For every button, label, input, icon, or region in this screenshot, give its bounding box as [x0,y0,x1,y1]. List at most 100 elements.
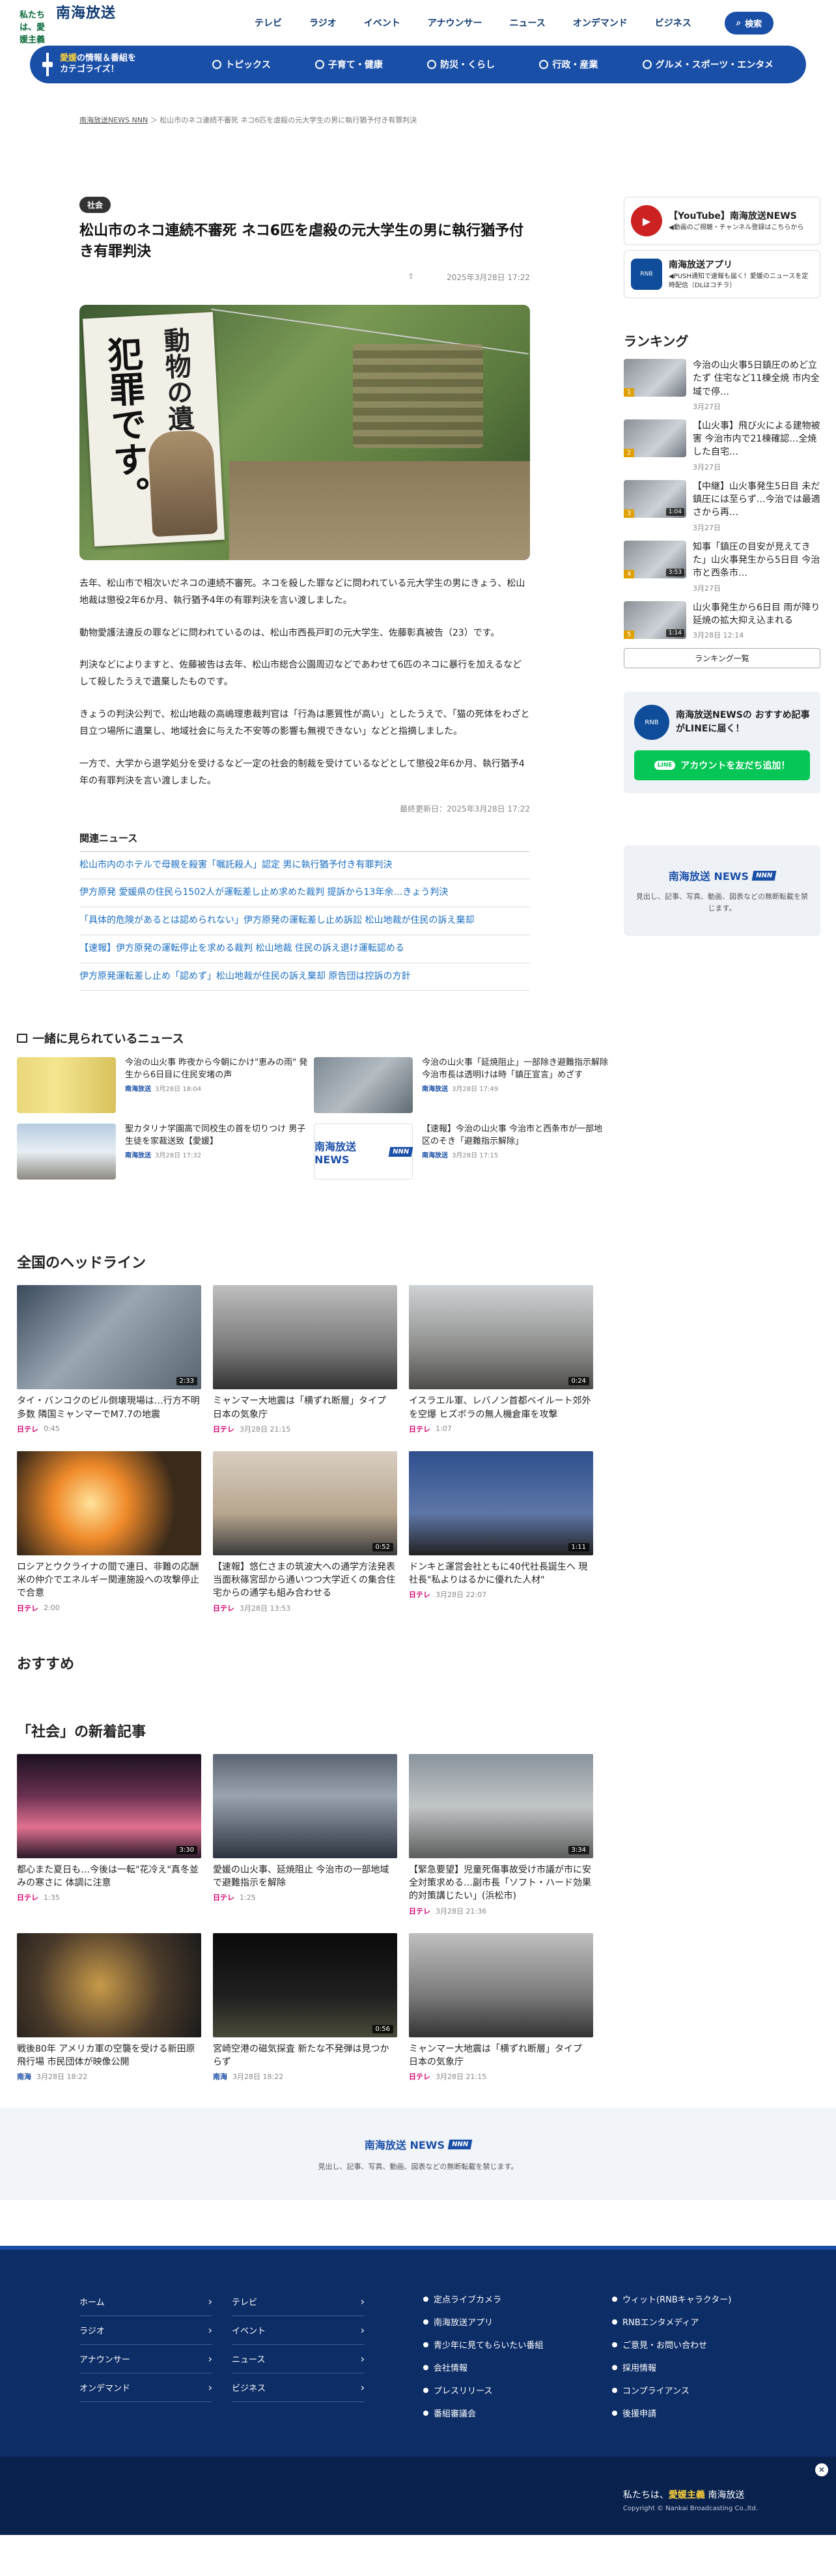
footer-link[interactable]: ウィット(RNBキャラクター) [612,2287,781,2310]
footer-link[interactable]: 会社情報 [423,2356,592,2379]
logo-brand: 南海放送 [56,5,117,21]
footer-col-2: テレビ イベント ニュース ビジネス [232,2287,365,2424]
together-headline: 今治の山火事 昨夜から今朝にかけ"恵みの雨" 発生から6日目に住民安堵の声 [125,1058,308,1081]
ranking-date: 3月27日 [693,462,721,472]
site-logo[interactable]: 私たちは、愛媛主義 南海放送 [20,1,241,45]
footer-link[interactable]: プレスリリース [423,2379,592,2401]
footer-link[interactable]: アナウンサー [79,2345,212,2374]
article-date: 2025年3月28日 17:22 [447,272,530,282]
headline-card[interactable]: 0:52 【速報】悠仁さまの筑波大への通学方法発表 当面秋篠宮邸から通いつつ大学近… [213,1451,397,1613]
society-card[interactable]: ミャンマー大地震は「横ずれ断層」タイプ 日本の気象庁 日テレ 3月28日 21:15 [409,1932,593,2082]
society-card[interactable]: 0:56 宮崎空港の磁気探査 新たな不発弾は見つからず 南海 3月28日 18:22 [213,1932,397,2082]
together-item[interactable]: 今治の山火事 昨夜から今朝にかけ"恵みの雨" 発生から6日目に住民安堵の声 南海放… [17,1057,314,1114]
ntv-logo: 日テレ [213,1604,234,1613]
society-card[interactable]: 愛媛の山火事、延焼阻止 今治市の一部地域で避難指示を解除 日テレ 1:25 [213,1753,397,1916]
ranking-more-button[interactable]: ランキング一覧 [624,648,820,669]
ranking-date: 3月28日 12:14 [693,631,744,640]
footer-link[interactable]: ビジネス [232,2373,365,2403]
society-card[interactable]: 3:34 【緊急要望】児童死傷事故受け市議が市に安全対策求める…副市長「ソフト・ハ… [409,1753,593,1916]
together-item[interactable]: 南海放送 NEWS NNN 【速報】今治の山火事 今治市と西条市が一部地区のそき「避… [314,1124,611,1180]
ranking-item[interactable]: 2 【山火事】飛び火による建物被害 今治市内で21棟確認…全焼した自宅… 3月27日 [624,419,820,472]
category-parenting[interactable]: 子育て・健康 [314,58,383,71]
headline-thumbnail: 0:24 [409,1285,593,1390]
footer-link[interactable]: ラジオ [79,2316,212,2345]
footer-link[interactable]: 番組審議会 [423,2401,592,2424]
category-gourmet[interactable]: グルメ・スポーツ・エンタメ [642,58,773,71]
nav-event[interactable]: イベント [350,16,414,29]
related-news-link[interactable]: 伊方原発運転差し止め「認めず」松山地裁が住民の訴え棄却 原告団は控訴の方針 [79,963,530,991]
footer-link[interactable]: 青少年に見てもらいたい番組 [423,2333,592,2356]
society-card[interactable]: 3:30 都心また夏日も…今後は一転"花冷え"真冬並みの寒さに 体調に注意 日テレ 1… [17,1753,201,1916]
nav-ondemand[interactable]: オンデマンド [559,16,641,29]
together-section-title: 一緒に見られているニュース [17,1030,836,1047]
nav-news[interactable]: ニュース [495,16,559,29]
headline-card[interactable]: ミャンマー大地震は「横ずれ断層」タイプ 日本の気象庁 日テレ 3月28日 21:15 [213,1285,397,1434]
share-icon[interactable]: ⇪ [408,272,414,283]
footer-link[interactable]: ご意見・お問い合わせ [612,2333,781,2356]
society-headline: 愛媛の山火事、延焼阻止 今治市の一部地域で避難指示を解除 [213,1864,389,1889]
related-news-title: 関連ニュース [79,831,530,852]
close-icon[interactable]: ✕ [815,2463,828,2477]
category-disaster[interactable]: 防災・くらし [427,58,495,71]
ntv-logo: 日テレ [409,1591,430,1600]
ranking-item[interactable]: 4 3:53 知事「鎮圧の目安が見えてきた」山火事発生から5日目 今治市と西条市… 3… [624,540,820,593]
ranking-thumbnail: 3 1:04 [624,479,686,518]
nav-tv[interactable]: テレビ [241,16,296,29]
headline-thumbnail [213,1285,397,1390]
footer-link[interactable]: オンデマンド [79,2373,212,2403]
nnn-logo-text: 南海放送 NEWS [668,870,749,883]
category-lead-text: の情報＆番組を [77,53,137,64]
headline-thumbnail: 2:33 [17,1285,201,1390]
footer-link[interactable]: ニュース [232,2345,365,2374]
footer-link[interactable]: コンプライアンス [612,2379,781,2401]
related-news-link[interactable]: 「具体的危険があるとは認められない」伊方原発の運転差し止め訴訟 松山地裁が住民の… [79,907,530,935]
ranking-date: 3月27日 [693,402,721,411]
society-date: 3月28日 21:36 [436,1906,487,1916]
nav-business[interactable]: ビジネス [641,16,705,29]
society-grid: 3:30 都心また夏日も…今後は一転"花冷え"真冬並みの寒さに 体調に注意 日テレ 1… [0,1753,836,2082]
breadcrumb-root[interactable]: 南海放送NEWS NNN [79,116,148,124]
ntv-logo: 日テレ [409,1424,430,1434]
headline-card[interactable]: ロシアとウクライナの間で連日、非難の応酬 米の仲介でエネルギー関連施設への攻撃停… [17,1451,201,1613]
related-news-link[interactable]: 松山市内のホテルで母親を殺害「嘱託殺人」認定 男に執行猶予付き有罪判決 [79,852,530,880]
category-tag[interactable]: 社会 [79,197,111,213]
related-news-link[interactable]: 【速報】伊方原発の運転停止を求める裁判 松山地裁 住民の訴え退け運転認める [79,935,530,963]
video-duration: 0:56 [372,2024,393,2033]
headline-card[interactable]: 0:24 イスラエル軍、レバノン首都ベイルート郊外を空爆 ヒズボラの無人機倉庫を攻… [409,1285,593,1434]
youtube-banner[interactable]: ▶ 【YouTube】南海放送NEWS ◀動画のご視聴・チャンネル登録はこちらから [624,197,820,245]
footer-link[interactable]: 南海放送アプリ [423,2310,592,2333]
search-button[interactable]: ⌕ 検索 [724,11,774,35]
video-duration: 3:34 [568,1845,589,1854]
nav-radio[interactable]: ラジオ [296,16,350,29]
ranking-item[interactable]: 3 1:04 【中継】山火事発生5日目 未だ鎮圧には至らず…今治では最適さから再… 3… [624,479,820,533]
headline-card[interactable]: 2:33 タイ・バンコクのビル倒壊現場は…行方不明多数 隣国ミャンマーでM7.7の… [17,1285,201,1434]
photo-ground [229,460,530,560]
together-date: 3月28日 17:15 [452,1152,499,1159]
app-banner[interactable]: RNB 南海放送アプリ ◀PUSH通知で速報も届く！愛媛のニュースを定時配信（DL… [624,250,820,298]
society-card[interactable]: 戦後80年 アメリカ軍の空襲を受ける新田原飛行場 市民団体が映像公開 南海 3月28… [17,1932,201,2082]
footer-link[interactable]: RNBエンタメディア [612,2310,781,2333]
footer-link[interactable]: ホーム [79,2287,212,2317]
related-news-link[interactable]: 伊方原発 愛媛県の住民ら1502人が運転差し止め求めた裁判 提訴から13年余…き… [79,879,530,908]
nnn-logo-badge: NNN [388,1146,413,1157]
footer-link[interactable]: 後援申請 [612,2401,781,2424]
headline-title: ミャンマー大地震は「横ずれ断層」タイプ 日本の気象庁 [213,1396,386,1420]
category-topics[interactable]: トピックス [212,58,271,71]
footer-link[interactable]: テレビ [232,2287,365,2317]
breadcrumb: 南海放送NEWS NNN ＞ 松山市のネコ連続不審死 ネコ6匹を虐殺の元大学生の… [0,83,836,125]
nnn-footer-banner: 南海放送 NEWS NNN 見出し、記事、写真、動画、図表などの無断転載を禁じます… [0,2108,836,2201]
headline-card[interactable]: 1:11 ドンキと運営会社ともに40代社長誕生へ 現社長"私よりはるかに優れた人材… [409,1451,593,1613]
category-admin[interactable]: 行政・産業 [539,58,598,71]
footer-link[interactable]: イベント [232,2316,365,2345]
together-item[interactable]: 今治の山火事「延焼阻止」一部除き避難指示解除 今治市長は透明けは時「鎮圧宣言」め… [314,1057,611,1114]
line-add-friend-button[interactable]: LINE アカウントを友だち追加！ [634,750,810,781]
sidebar: ▶ 【YouTube】南海放送NEWS ◀動画のご視聴・チャンネル登録はこちらから… [624,197,820,991]
ranking-item[interactable]: 1 今治の山火事5日鎮圧のめど立たず 住宅など11棟全焼 市内全域で停… 3月27日 [624,359,820,412]
footer-link[interactable]: 採用情報 [612,2356,781,2379]
ranking-item[interactable]: 5 1:14 山火事発生から6日目 雨が降り延焼の拡大抑え込まれる 3月28日 12:… [624,601,820,641]
ranking-headline: 知事「鎮圧の目安が見えてきた」山火事発生から5日目 今治市と西条市… [693,541,820,579]
society-thumbnail: 0:56 [213,1932,397,2037]
nav-announcer[interactable]: アナウンサー [414,16,496,29]
together-item[interactable]: 聖カタリナ学園高で同校生の首を切りつけ 男子生徒を家裁送致【愛媛】 南海放送 3月2… [17,1124,314,1180]
footer-link[interactable]: 定点ライブカメラ [423,2287,592,2310]
